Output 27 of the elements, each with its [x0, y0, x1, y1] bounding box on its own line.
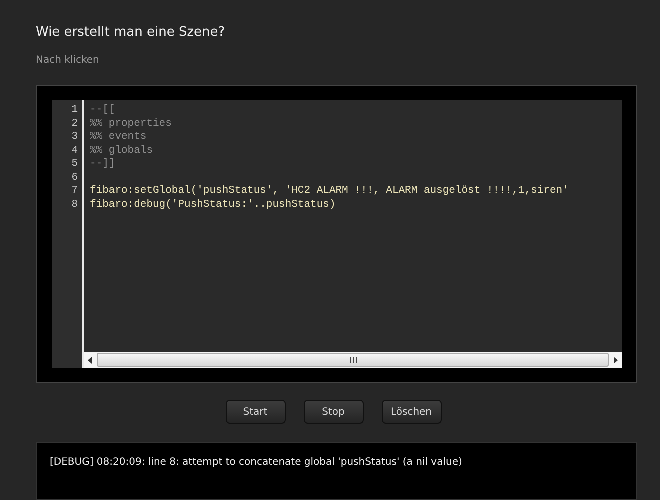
code-line: --[[: [90, 104, 116, 116]
line-number: 7: [70, 185, 79, 198]
scrollbar-thumb[interactable]: [97, 353, 609, 367]
line-number: 5: [70, 158, 79, 172]
line-number: 3: [70, 131, 79, 144]
code-line: %% properties: [90, 118, 172, 130]
code-line: %% globals: [90, 144, 154, 156]
line-number: 8: [70, 198, 79, 212]
action-button[interactable]: Stop: [304, 400, 364, 424]
line-number: 4: [70, 144, 79, 158]
page-heading: Wie erstellt man eine Szene?: [36, 25, 226, 40]
code-line: fibaro:setGlobal('pushStatus', 'HC2 ALARM !!!, ALARM ausgelöst !!!!,1,siren': [90, 185, 569, 197]
action-button[interactable]: Löschen: [382, 400, 442, 424]
action-button[interactable]: Start: [226, 400, 286, 424]
code-line: fibaro:debug('PushStatus:'..pushStatus): [90, 198, 336, 210]
horizontal-scrollbar[interactable]: [84, 352, 622, 368]
line-number: 2: [70, 118, 79, 131]
grip-icon: [350, 357, 356, 363]
code-editor[interactable]: 1 2 3 4 5 6 7 8 --[[ %% properties %% events %% globals --]] fibaro:setGlobal('pushStatus', 'HC2 ALARM !!!, ALARM ausgelöst !!!!,1,siren' fibaro:debug('PushStatus:'..pushStatus): [52, 100, 622, 368]
subheading: Nach klicken: [36, 55, 100, 66]
line-number: 6: [70, 172, 79, 185]
code-line: --]]: [90, 158, 116, 170]
code-line: %% events: [90, 131, 147, 143]
left-arrow-icon[interactable]: [88, 356, 93, 364]
debug-message: [DEBUG] 08:20:09: line 8: attempt to concatenate global 'pushStatus' (a nil value): [50, 457, 462, 468]
line-number: 1: [70, 104, 79, 118]
right-arrow-icon[interactable]: [613, 356, 618, 364]
